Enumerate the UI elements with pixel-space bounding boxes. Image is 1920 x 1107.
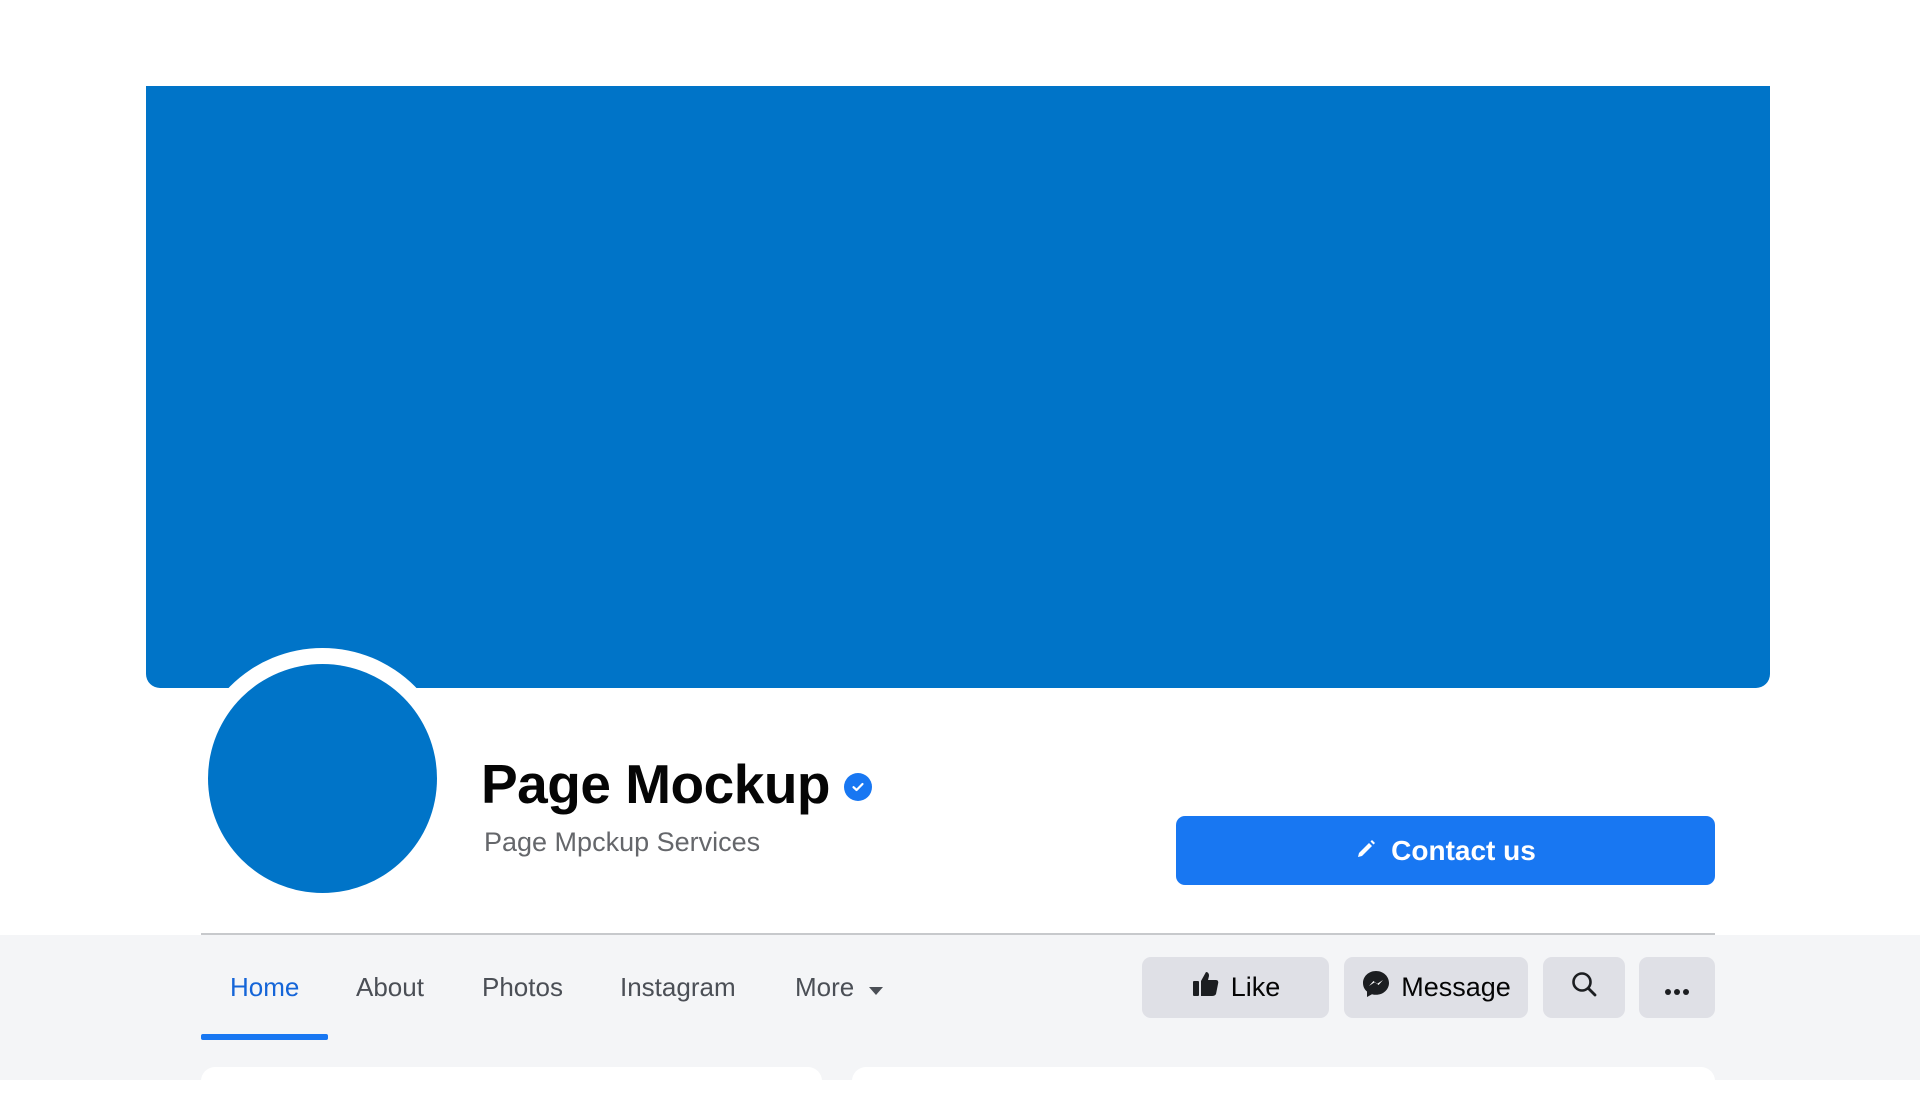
tab-more[interactable]: More (795, 972, 884, 1003)
contact-us-button[interactable]: Contact us (1176, 816, 1715, 885)
page-name: Page Mockup (481, 753, 831, 815)
left-column-card (201, 1067, 822, 1107)
active-tab-indicator (201, 1034, 328, 1040)
more-options-button[interactable] (1639, 957, 1715, 1018)
tab-label: Instagram (620, 972, 736, 1002)
messenger-icon (1361, 969, 1391, 1006)
tab-label: More (795, 972, 855, 1002)
cover-photo[interactable] (146, 86, 1770, 688)
tab-photos[interactable]: Photos (482, 972, 563, 1003)
contact-us-label: Contact us (1391, 834, 1536, 866)
tab-label: Home (230, 972, 300, 1002)
search-icon (1570, 970, 1598, 1005)
page-nav-bar (0, 935, 1920, 1080)
like-label: Like (1230, 972, 1281, 1002)
pencil-icon (1355, 835, 1377, 867)
more-dots-icon (1664, 972, 1690, 1003)
caret-down-icon (868, 972, 884, 1003)
tab-label: About (356, 972, 424, 1002)
verified-badge-icon (844, 773, 873, 801)
thumbs-up-icon (1191, 969, 1221, 1006)
like-button[interactable]: Like (1142, 957, 1329, 1018)
search-button[interactable] (1543, 957, 1625, 1018)
tab-home[interactable]: Home (230, 972, 299, 1003)
message-label: Message (1401, 972, 1511, 1002)
page-title: Page Mockup (481, 752, 873, 816)
profile-picture-frame (192, 648, 453, 909)
tab-about[interactable]: About (356, 972, 424, 1003)
right-column-card (852, 1067, 1715, 1107)
tab-instagram[interactable]: Instagram (620, 972, 736, 1003)
page-category: Page Mpckup Services (484, 827, 761, 857)
divider (201, 933, 1715, 935)
tab-label: Photos (482, 972, 563, 1002)
profile-picture[interactable] (208, 664, 437, 893)
message-button[interactable]: Message (1344, 957, 1528, 1018)
